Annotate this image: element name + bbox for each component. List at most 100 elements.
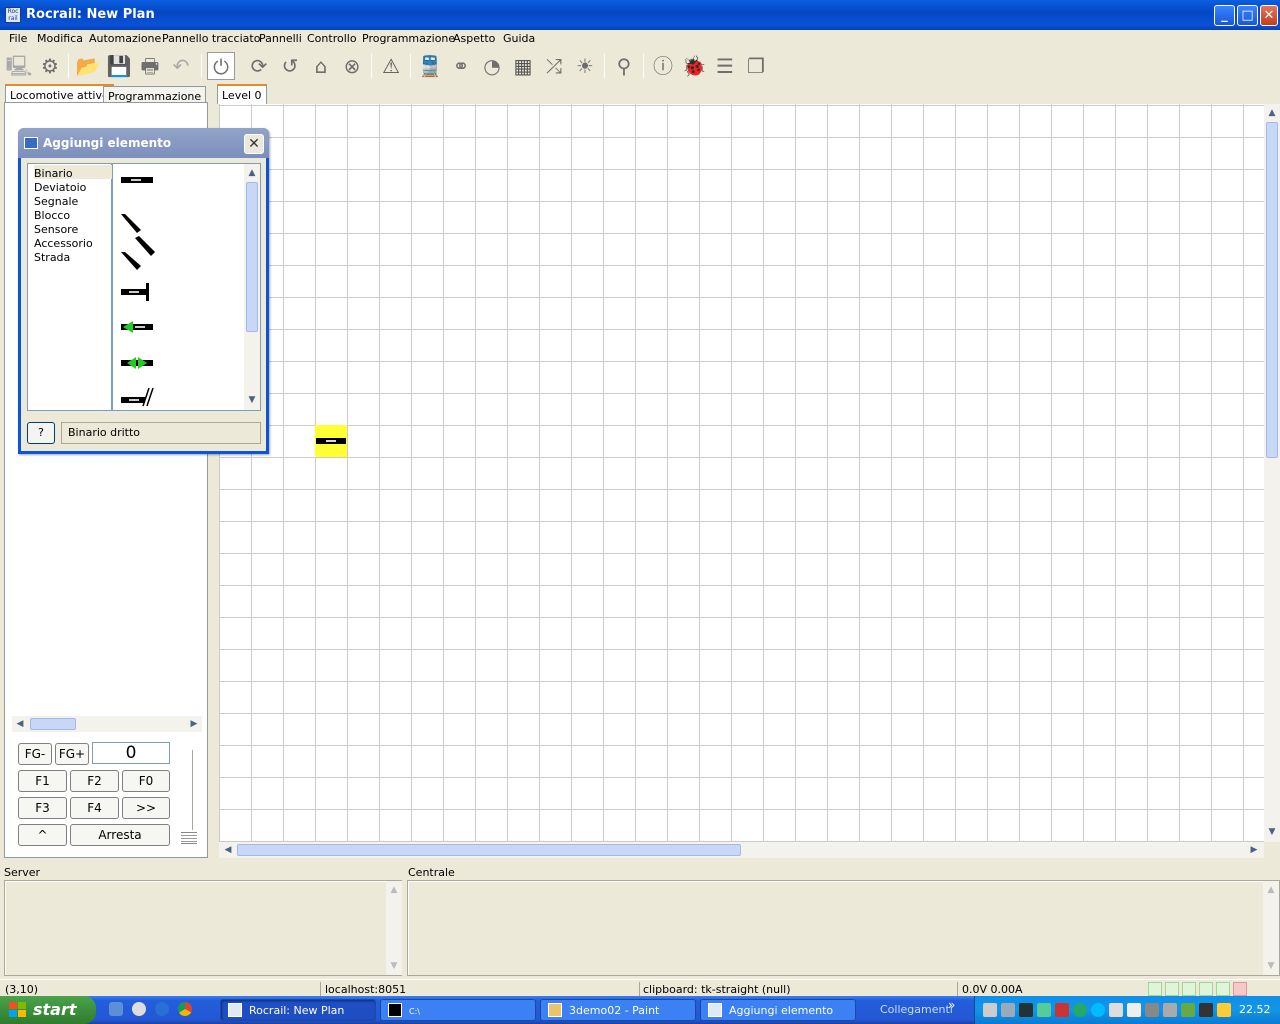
show-desktop-icon[interactable]	[109, 1002, 123, 1016]
menu-programmazione[interactable]: Programmazione	[362, 32, 455, 45]
scroll-down-icon[interactable]: ▼	[1265, 825, 1279, 839]
category-strada[interactable]: Strada	[34, 251, 70, 264]
info-icon[interactable]: ⓘ	[649, 52, 677, 80]
selected-straight-track[interactable]	[315, 425, 347, 457]
fg-minus-button[interactable]: FG-	[18, 743, 52, 765]
scroll-thumb[interactable]	[1266, 122, 1278, 458]
buffer-stop-icon[interactable]	[121, 282, 153, 302]
server-log-pane[interactable]: ▲ ▼	[4, 880, 402, 976]
direction-track-icon[interactable]	[121, 319, 157, 335]
scroll-right-icon[interactable]: ▶	[1247, 843, 1261, 857]
f3-button[interactable]: F3	[18, 797, 67, 819]
loco-list-hscrollbar[interactable]: ◀ ▶	[12, 716, 202, 732]
tray-app-icon[interactable]	[1109, 1003, 1123, 1017]
more-functions-button[interactable]: >>	[122, 797, 170, 819]
scroll-up-icon[interactable]: ▲	[245, 166, 259, 180]
menu-pannelli[interactable]: Pannelli	[259, 32, 302, 45]
bug-icon[interactable]: 🐞	[680, 52, 708, 80]
tray-app-icon[interactable]	[1145, 1003, 1159, 1017]
task-cmd[interactable]: C:\	[380, 999, 536, 1021]
tray-network-icon[interactable]	[1001, 1003, 1015, 1017]
undo-icon[interactable]: ↶	[167, 52, 195, 80]
scroll-thumb[interactable]	[30, 718, 76, 730]
bidirectional-track-icon[interactable]	[121, 355, 157, 371]
scroll-up-icon[interactable]: ▲	[1265, 106, 1279, 120]
central-log-pane[interactable]: ▲ ▼	[407, 880, 1280, 976]
stop-icon[interactable]: ⊗	[338, 52, 366, 80]
scroll-up-icon[interactable]: ▲	[387, 883, 401, 897]
crossing-track-icon[interactable]	[121, 386, 157, 410]
curve-track-alt-icon[interactable]	[121, 252, 145, 272]
grid-icon[interactable]: ▦	[509, 52, 537, 80]
media-player-icon[interactable]	[132, 1002, 146, 1016]
fg-plus-button[interactable]: FG+	[55, 743, 89, 765]
stop-loco-button[interactable]: Arresta	[70, 824, 170, 846]
tray-app-icon[interactable]	[1163, 1003, 1177, 1017]
scroll-down-icon[interactable]: ▼	[245, 393, 259, 407]
task-aggiungi-elemento[interactable]: Aggiungi elemento	[700, 999, 856, 1021]
category-list[interactable]: Binario Deviatoio Segnale Blocco Sensore…	[27, 163, 115, 411]
menu-modifica[interactable]: Modifica	[37, 32, 83, 45]
chrome-icon[interactable]	[178, 1002, 192, 1016]
volume-icon[interactable]	[1127, 1003, 1141, 1017]
tray-app-icon[interactable]	[1019, 1003, 1033, 1017]
category-segnale[interactable]: Segnale	[34, 195, 78, 208]
scroll-left-icon[interactable]: ◀	[221, 843, 235, 857]
menu-file[interactable]: File	[9, 32, 27, 45]
light-icon[interactable]: ☀	[571, 52, 599, 80]
scroll-up-icon[interactable]: ▲	[1264, 883, 1278, 897]
print-icon[interactable]: 🖶	[136, 52, 164, 80]
track-plan-grid[interactable]	[219, 104, 1264, 842]
scroll-down-icon[interactable]: ▼	[1264, 959, 1278, 973]
category-deviatoio[interactable]: Deviatoio	[34, 181, 86, 194]
scroll-thumb[interactable]	[237, 844, 741, 856]
scroll-down-icon[interactable]: ▼	[387, 959, 401, 973]
server-icon[interactable]: 🖳	[5, 52, 33, 80]
f0-button[interactable]: F0	[122, 770, 170, 792]
menu-guida[interactable]: Guida	[503, 32, 535, 45]
copy-icon[interactable]: ❐	[742, 52, 770, 80]
tray-app-icon[interactable]	[1199, 1003, 1213, 1017]
central-log-vscrollbar[interactable]: ▲ ▼	[1263, 881, 1279, 975]
sync-icon[interactable]: ⟳	[245, 52, 273, 80]
f1-button[interactable]: F1	[18, 770, 67, 792]
tray-app-icon[interactable]	[1055, 1003, 1069, 1017]
minimize-button[interactable]: _	[1214, 5, 1235, 26]
category-accessorio[interactable]: Accessorio	[34, 237, 93, 250]
menu-aspetto[interactable]: Aspetto	[453, 32, 495, 45]
category-binario[interactable]: Binario	[34, 167, 73, 180]
speed-value-field[interactable]: 0	[92, 742, 170, 764]
links-toolbar[interactable]: Collegamenti	[880, 1003, 953, 1016]
direction-button[interactable]: ^	[18, 824, 67, 846]
f4-button[interactable]: F4	[70, 797, 119, 819]
help-button[interactable]: ?	[27, 422, 55, 444]
scroll-thumb[interactable]	[246, 182, 258, 332]
safely-remove-icon[interactable]	[1217, 1003, 1231, 1017]
locomotive-icon[interactable]: 🚆	[416, 52, 444, 80]
tray-app-icon[interactable]	[1073, 1003, 1087, 1017]
scroll-left-icon[interactable]: ◀	[13, 717, 27, 731]
category-blocco[interactable]: Blocco	[34, 209, 70, 222]
open-folder-icon[interactable]: 📂	[74, 52, 102, 80]
task-rocrail[interactable]: Rocrail: New Plan	[220, 999, 376, 1021]
dialog-title-bar[interactable]: Aggiungi elemento ✕	[18, 128, 269, 158]
element-preview-list[interactable]: ▲ ▼	[112, 163, 261, 411]
category-sensore[interactable]: Sensore	[34, 223, 78, 236]
plan-hscrollbar[interactable]: ◀ ▶	[219, 842, 1264, 858]
maximize-button[interactable]: □	[1237, 5, 1258, 26]
start-button[interactable]: start	[0, 996, 96, 1024]
document-icon[interactable]: ☰	[711, 52, 739, 80]
straight-track-icon[interactable]	[121, 174, 157, 186]
warning-icon[interactable]: ⚠	[377, 52, 405, 80]
home-icon[interactable]: ⌂	[307, 52, 335, 80]
dialog-close-icon[interactable]: ✕	[244, 134, 264, 154]
tab-level-0[interactable]: Level 0	[217, 84, 267, 104]
menu-automazione[interactable]: Automazione	[89, 32, 161, 45]
tab-locomotive-attive[interactable]: Locomotive attive	[5, 84, 114, 104]
menu-controllo[interactable]: Controllo	[307, 32, 357, 45]
settings-icon[interactable]: ⚙	[36, 52, 64, 80]
plan-vscrollbar[interactable]: ▲ ▼	[1264, 104, 1280, 842]
f2-button[interactable]: F2	[70, 770, 119, 792]
shuffle-icon[interactable]: ⤮	[540, 52, 568, 80]
tray-app-icon[interactable]	[1181, 1003, 1195, 1017]
